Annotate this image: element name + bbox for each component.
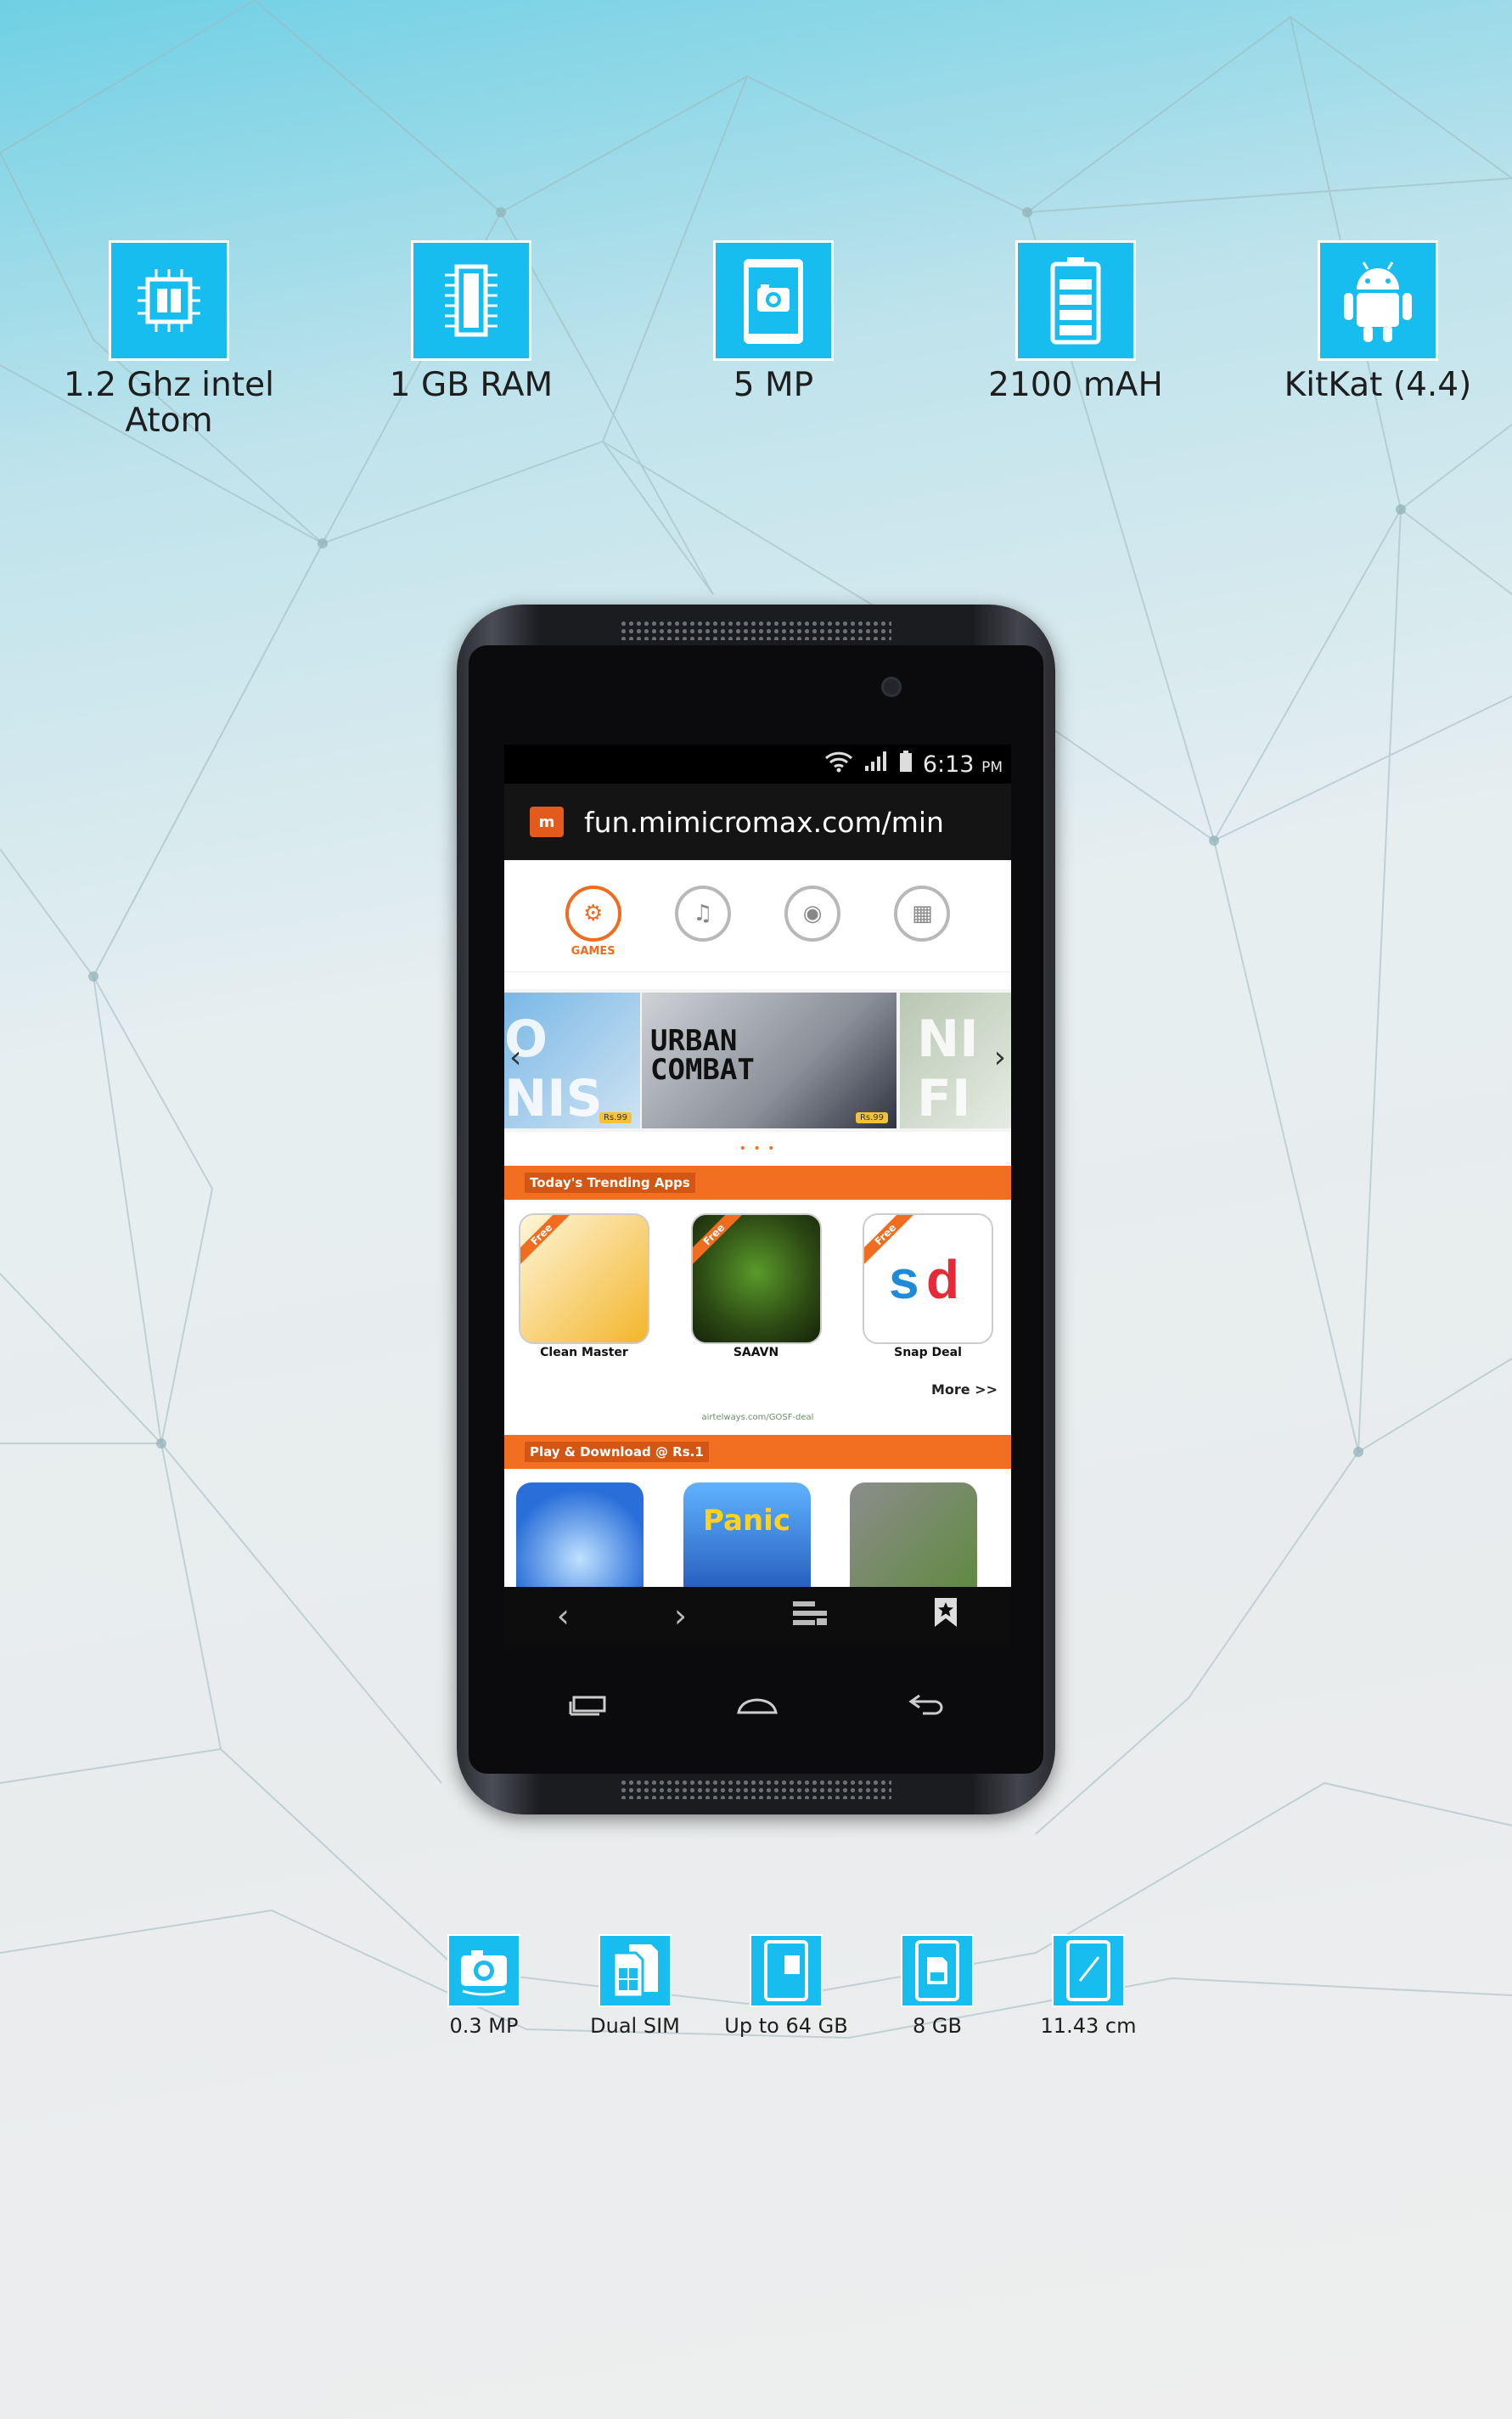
spec-label: KitKat (4.4) — [1284, 366, 1472, 404]
carousel-slide-urban-combat[interactable]: URBAN COMBAT Rs.99 — [642, 993, 897, 1128]
forward-icon[interactable]: › — [674, 1597, 687, 1634]
back-icon[interactable]: ‹ — [557, 1597, 570, 1634]
front-camera-lens — [881, 677, 902, 697]
wifi-icon — [824, 751, 853, 779]
sd-card-icon — [901, 1934, 974, 2007]
spec-label: Dual SIM — [590, 2014, 680, 2038]
phone-screen: 6:13 PM m fun.mimicromax.com/min ⚙ GAMES… — [504, 745, 1011, 1645]
browser-toolbar: ‹ › — [504, 1587, 1011, 1645]
slide-price: Rs.99 — [855, 1112, 888, 1123]
spec-expandable-memory: Up to 64 GB — [701, 1934, 871, 2038]
expandable-memory-icon — [750, 1934, 823, 2007]
broom-icon: Free — [519, 1213, 649, 1344]
processor-chip-icon — [109, 240, 229, 361]
bookmark-icon[interactable] — [933, 1596, 958, 1636]
apps-icon: ▦ — [894, 886, 951, 942]
signal-icon — [863, 751, 889, 779]
carousel-dots: • • • — [739, 1142, 777, 1156]
spec-internal-storage: 8 GB — [852, 1934, 1022, 2038]
banner-label: Today's Trending Apps — [525, 1173, 695, 1193]
slide-title: NI FI — [917, 1010, 979, 1128]
hardware-keys — [504, 1681, 1011, 1732]
games-icon: ⚙ — [565, 886, 621, 942]
recent-apps-icon[interactable] — [569, 1690, 608, 1724]
spec-label: 1.2 Ghz intel Atom — [64, 366, 274, 440]
saavn-logo-icon: Free — [690, 1213, 822, 1344]
app-clean-master[interactable]: Free Clean Master — [516, 1213, 652, 1359]
battery-icon — [1015, 240, 1136, 361]
slide-price: Rs.99 — [599, 1112, 632, 1123]
phone-device: 6:13 PM m fun.mimicromax.com/min ⚙ GAMES… — [457, 605, 1055, 1814]
spec-label: 5 MP — [733, 366, 814, 404]
spec-camera: 5 MP — [646, 240, 901, 403]
category-bar: ⚙ GAMES ♫ ◉ ▦ — [504, 860, 1011, 972]
spec-ram: 1 GB RAM — [344, 240, 599, 403]
camera-icon: ◉ — [784, 886, 841, 942]
back-key-icon[interactable] — [908, 1690, 947, 1724]
spec-screen-size: 11.43 cm — [1003, 1934, 1173, 2038]
app-name: SAAVN — [733, 1346, 779, 1359]
carousel-prev-icon[interactable]: ‹ — [509, 1040, 521, 1075]
ram-module-icon — [411, 240, 531, 361]
status-time: 6:13 PM — [922, 751, 1003, 778]
spec-front-camera: 0.3 MP — [399, 1934, 569, 2038]
spec-battery: 2100 mAH — [948, 240, 1203, 403]
home-icon[interactable] — [736, 1690, 778, 1724]
android-icon — [1318, 240, 1438, 361]
rear-camera-icon — [713, 240, 834, 361]
svg-text:s: s — [889, 1249, 919, 1308]
spec-os: KitKat (4.4) — [1251, 240, 1505, 403]
browser-url-bar[interactable]: m fun.mimicromax.com/min — [504, 784, 1011, 860]
trending-apps-banner: Today's Trending Apps — [504, 1166, 1011, 1200]
svg-text:d: d — [926, 1249, 959, 1308]
featured-carousel[interactable]: O NIS Rs.99 URBAN COMBAT Rs.99 NI FI ‹ › — [504, 989, 1011, 1132]
spec-label: 8 GB — [913, 2014, 962, 2038]
category-photos[interactable]: ◉ — [778, 886, 846, 942]
app-name: Clean Master — [540, 1346, 628, 1359]
spec-label: 1 GB RAM — [389, 366, 554, 404]
category-music[interactable]: ♫ — [669, 886, 737, 942]
slide-title: URBAN COMBAT — [650, 1024, 755, 1087]
top-speaker-grille — [620, 620, 891, 640]
slide-title: O NIS — [504, 1010, 603, 1128]
spec-label: 2100 mAH — [988, 366, 1163, 404]
battery-status-icon — [899, 750, 913, 779]
spec-label: 0.3 MP — [449, 2014, 519, 2038]
carousel-next-icon[interactable]: › — [994, 1040, 1006, 1075]
url-text[interactable]: fun.mimicromax.com/min — [584, 806, 944, 839]
screen-size-icon — [1052, 1934, 1125, 2007]
ad-link[interactable]: airtelways.com/GOSF-deal — [504, 1413, 1011, 1430]
app-saavn[interactable]: Free SAAVN — [689, 1213, 824, 1359]
banner-label: Play & Download @ Rs.1 — [525, 1442, 709, 1462]
category-apps[interactable]: ▦ — [888, 886, 956, 942]
music-icon: ♫ — [674, 886, 731, 942]
status-bar: 6:13 PM — [504, 745, 1011, 784]
bottom-speaker-grille — [620, 1779, 891, 1799]
category-games[interactable]: ⚙ GAMES — [559, 886, 627, 958]
front-camera-icon — [447, 1934, 520, 2007]
spec-dual-sim: Dual SIM — [550, 1934, 720, 2038]
app-snap-deal[interactable]: Free sd Snap Deal — [860, 1213, 996, 1359]
snapdeal-logo-icon: Free sd — [863, 1213, 993, 1344]
spec-label: Up to 64 GB — [724, 2014, 848, 2038]
app-name: Snap Deal — [894, 1346, 962, 1359]
tabs-icon[interactable] — [791, 1597, 829, 1634]
site-favicon-icon: m — [530, 807, 564, 837]
dual-sim-icon — [599, 1934, 672, 2007]
category-label: GAMES — [571, 945, 615, 958]
play-download-banner: Play & Download @ Rs.1 — [504, 1435, 1011, 1469]
carousel-slide-prev[interactable]: O NIS Rs.99 — [504, 993, 640, 1128]
spec-label: 11.43 cm — [1040, 2014, 1137, 2038]
spec-processor: 1.2 Ghz intel Atom — [42, 240, 296, 439]
more-link[interactable]: More >> — [504, 1381, 1011, 1398]
trending-apps-list: Free Clean Master Free SAAVN Free sd Sna… — [504, 1200, 1011, 1359]
